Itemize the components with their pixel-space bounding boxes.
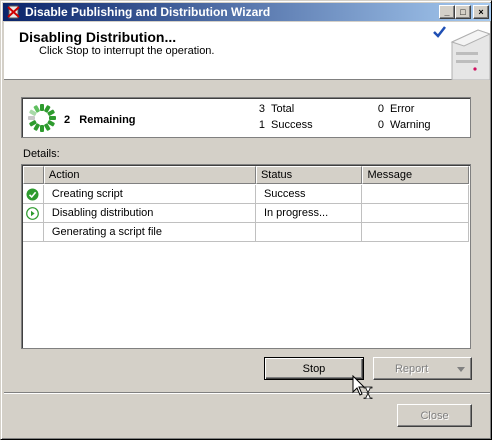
title-bar[interactable]: Disable Publishing and Distribution Wiza…	[3, 3, 491, 21]
error-stat: 0 Error	[374, 103, 415, 115]
grid-header: Action Status Message	[23, 166, 470, 184]
row-message	[362, 185, 469, 204]
row-action: Generating a script file	[43, 223, 256, 242]
close-button-label: Close	[420, 409, 449, 422]
warning-count: 0	[377, 119, 384, 131]
row-status-cell	[23, 204, 44, 223]
warning-stat: 0 Warning	[374, 119, 431, 131]
table-row[interactable]: Creating script Success	[23, 185, 469, 204]
wizard-window: Disable Publishing and Distribution Wiza…	[0, 0, 492, 440]
report-button[interactable]: Report	[373, 357, 472, 380]
column-header-message[interactable]: Message	[362, 166, 470, 184]
page-subtitle: Click Stop to interrupt the operation.	[39, 45, 215, 57]
success-label: Success	[271, 119, 313, 131]
details-grid[interactable]: Action Status Message Creating script Su…	[21, 164, 471, 349]
table-row[interactable]: Generating a script file	[23, 223, 469, 242]
row-status: In progress...	[255, 204, 363, 223]
error-label: Error	[390, 103, 415, 115]
column-header-icon[interactable]	[23, 166, 44, 184]
row-message	[362, 204, 469, 223]
row-action: Creating script	[43, 185, 256, 204]
success-stat: 1 Success	[255, 119, 313, 131]
progress-summary: 2 Remaining 3 Total 1 Success 0 Error 0 Warn…	[21, 97, 471, 138]
success-check-icon	[26, 188, 39, 200]
remaining-status: 2 Remaining	[64, 114, 136, 126]
close-icon: ×	[478, 6, 484, 17]
row-status-cell	[23, 223, 44, 242]
wizard-app-icon	[6, 4, 22, 20]
total-stat: 3 Total	[255, 103, 294, 115]
details-label: Details:	[23, 148, 60, 160]
close-button[interactable]: Close	[397, 404, 472, 427]
progress-spinner-icon	[28, 104, 56, 132]
remaining-count: 2	[64, 114, 71, 126]
minimize-icon: _	[444, 6, 450, 17]
error-count: 0	[377, 103, 384, 115]
stop-button-label: Stop	[302, 362, 326, 375]
page-title: Disabling Distribution...	[19, 29, 177, 45]
column-header-status[interactable]: Status	[255, 166, 363, 184]
table-row[interactable]: Disabling distribution In progress...	[23, 204, 469, 223]
dropdown-arrow-icon	[457, 367, 465, 372]
total-count: 3	[258, 103, 265, 115]
report-button-label: Report	[394, 362, 429, 375]
busy-cursor-icon	[352, 375, 373, 399]
row-status-cell	[23, 185, 44, 204]
stop-button[interactable]: Stop	[264, 357, 364, 380]
minimize-button[interactable]: _	[439, 5, 455, 19]
success-count: 1	[258, 119, 265, 131]
footer-divider	[4, 392, 490, 394]
server-checkmark-icon	[433, 26, 490, 80]
maximize-button[interactable]: □	[455, 5, 471, 19]
in-progress-arrow-icon	[26, 206, 40, 220]
row-action: Disabling distribution	[43, 204, 256, 223]
close-window-button[interactable]: ×	[473, 5, 489, 19]
row-message	[362, 223, 469, 242]
maximize-icon: □	[460, 6, 466, 17]
row-status: Success	[255, 185, 363, 204]
wizard-header: Disabling Distribution... Click Stop to …	[4, 22, 490, 80]
remaining-label: Remaining	[79, 114, 136, 126]
row-status	[255, 223, 363, 242]
window-title: Disable Publishing and Distribution Wiza…	[25, 5, 271, 19]
column-header-action[interactable]: Action	[43, 166, 256, 184]
total-label: Total	[271, 103, 295, 115]
warning-label: Warning	[390, 119, 431, 131]
